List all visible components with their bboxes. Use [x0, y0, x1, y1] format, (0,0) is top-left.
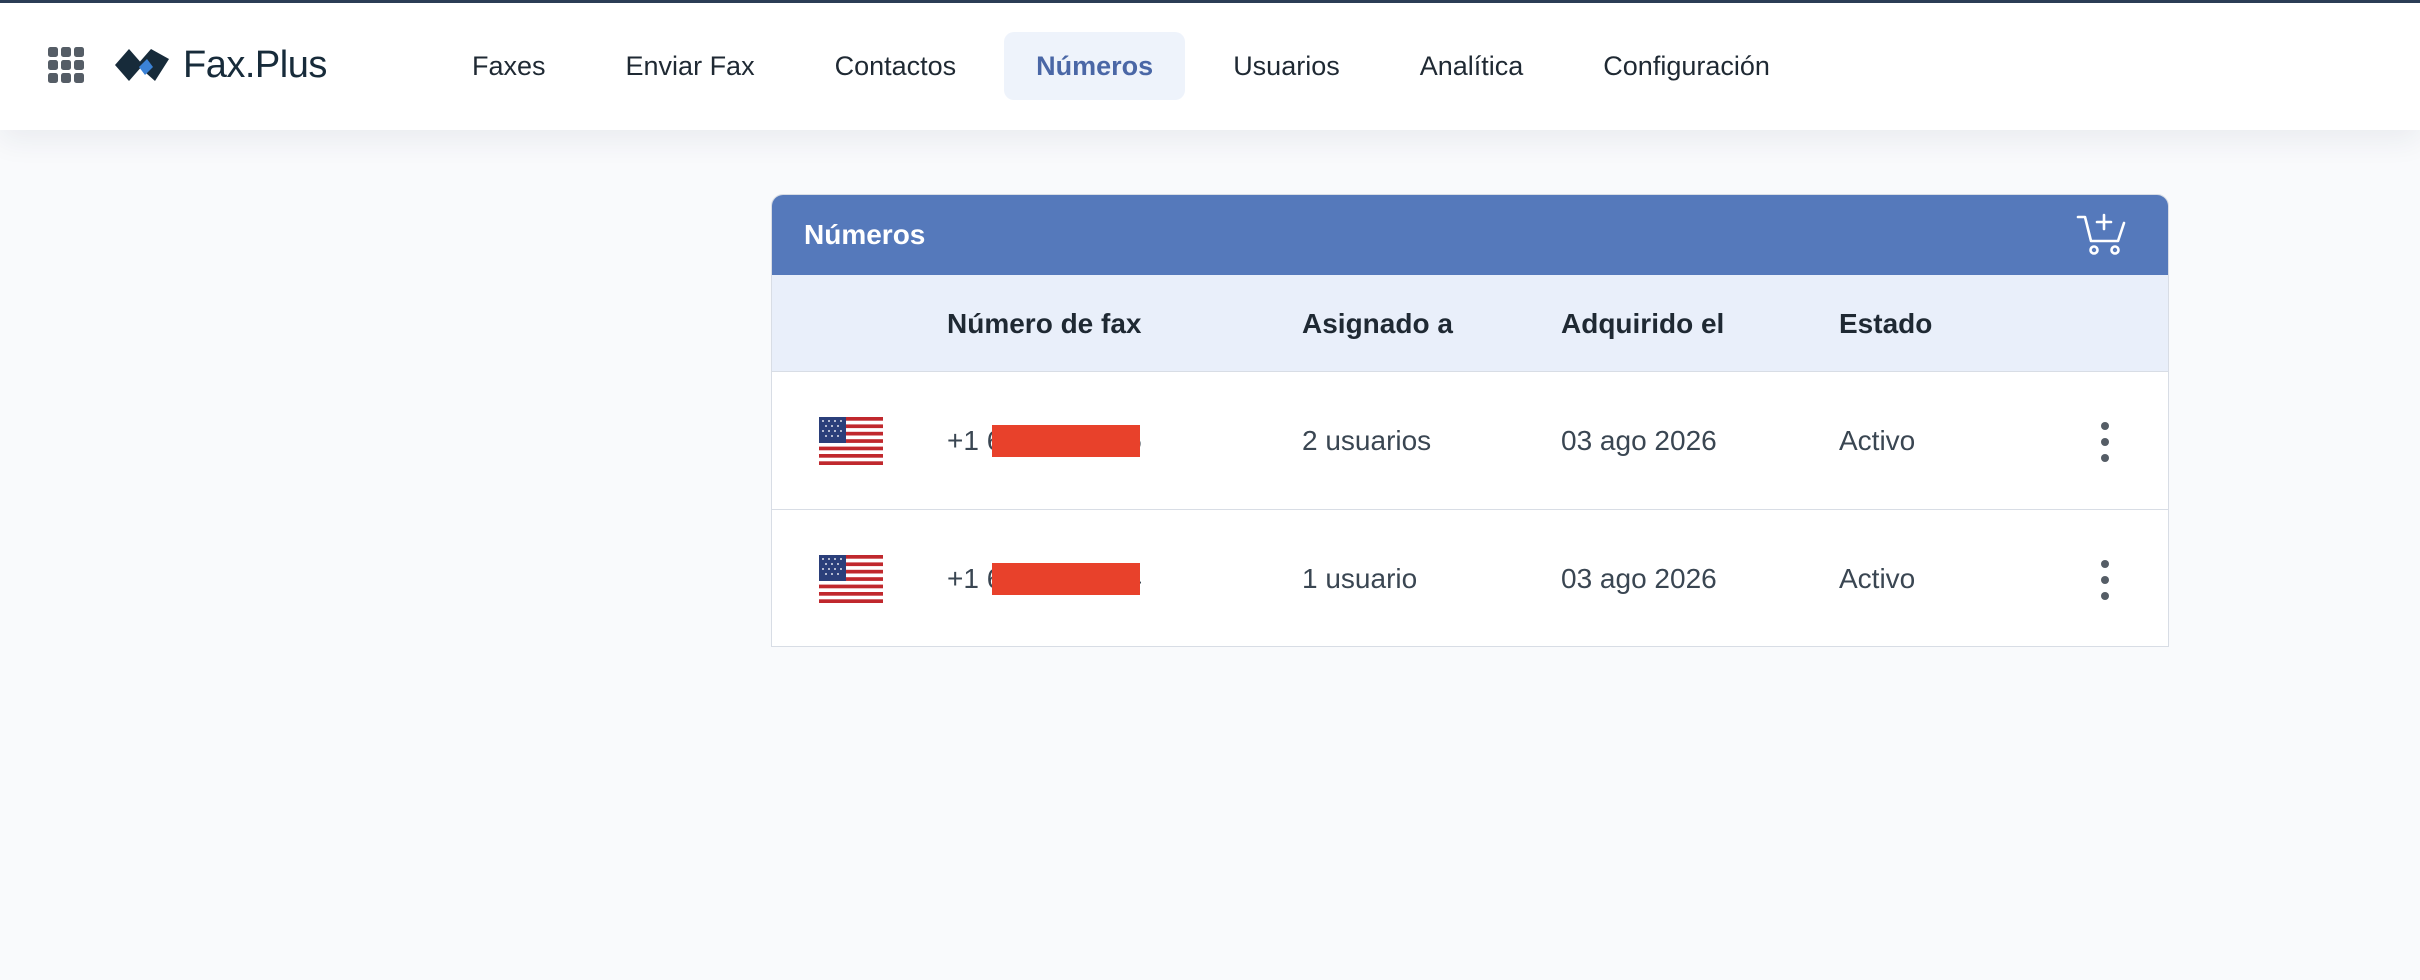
- column-header-fax-number[interactable]: Número de fax: [947, 275, 1142, 372]
- redaction-mark: [992, 563, 1141, 595]
- table-row[interactable]: +1 64 1 usuario 03 ago 2026 Activo: [772, 510, 2168, 646]
- table-row[interactable]: +1 66 2 usuarios 03 ago 2026 Activo: [772, 372, 2168, 510]
- brand-logo[interactable]: Fax.Plus: [113, 43, 327, 87]
- column-header-status[interactable]: Estado: [1839, 275, 1932, 372]
- status-text: Activo: [1839, 563, 1916, 594]
- faxplus-logo-icon: [115, 49, 169, 81]
- nav-item-contactos[interactable]: Contactos: [803, 32, 989, 100]
- card-title: Números: [804, 219, 926, 250]
- acquired-date: 03 ago 2026: [1561, 563, 1717, 594]
- fax-number: +1 66: [947, 372, 1142, 510]
- more-options-icon[interactable]: [2097, 560, 2113, 600]
- nav-item-faxes[interactable]: Faxes: [440, 32, 578, 100]
- status-text: Activo: [1839, 425, 1916, 456]
- apps-grid-icon[interactable]: [48, 47, 84, 83]
- column-header-assigned[interactable]: Asignado a: [1302, 275, 1453, 372]
- redaction-mark: [992, 425, 1141, 457]
- table-header: Número de fax Asignado a Adquirido el Es…: [772, 275, 2168, 372]
- nav-item-analitica[interactable]: Analítica: [1388, 32, 1556, 100]
- nav-item-numeros[interactable]: Números: [1004, 32, 1186, 100]
- main-nav: Faxes Enviar Fax Contactos Números Usuar…: [440, 32, 1818, 100]
- us-flag-icon: [819, 417, 883, 465]
- top-navbar: Fax.Plus Faxes Enviar Fax Contactos Núme…: [0, 3, 2420, 130]
- assigned-users: 2 usuarios: [1302, 425, 1432, 456]
- assigned-users: 1 usuario: [1302, 563, 1418, 594]
- cart-plus-icon[interactable]: [2076, 211, 2128, 257]
- nav-item-configuracion[interactable]: Configuración: [1571, 32, 1802, 100]
- fax-number: +1 64: [947, 510, 1142, 646]
- us-flag-icon: [819, 555, 883, 603]
- nav-item-enviar-fax[interactable]: Enviar Fax: [594, 32, 787, 100]
- numbers-card: Números Número de fax Asignado a Adquiri…: [771, 194, 2169, 647]
- column-header-acquired[interactable]: Adquirido el: [1561, 275, 1724, 372]
- nav-item-usuarios[interactable]: Usuarios: [1201, 32, 1372, 100]
- acquired-date: 03 ago 2026: [1561, 425, 1717, 456]
- more-options-icon[interactable]: [2097, 422, 2113, 462]
- brand-name: Fax.Plus: [183, 43, 327, 86]
- card-header: Números: [772, 195, 2168, 275]
